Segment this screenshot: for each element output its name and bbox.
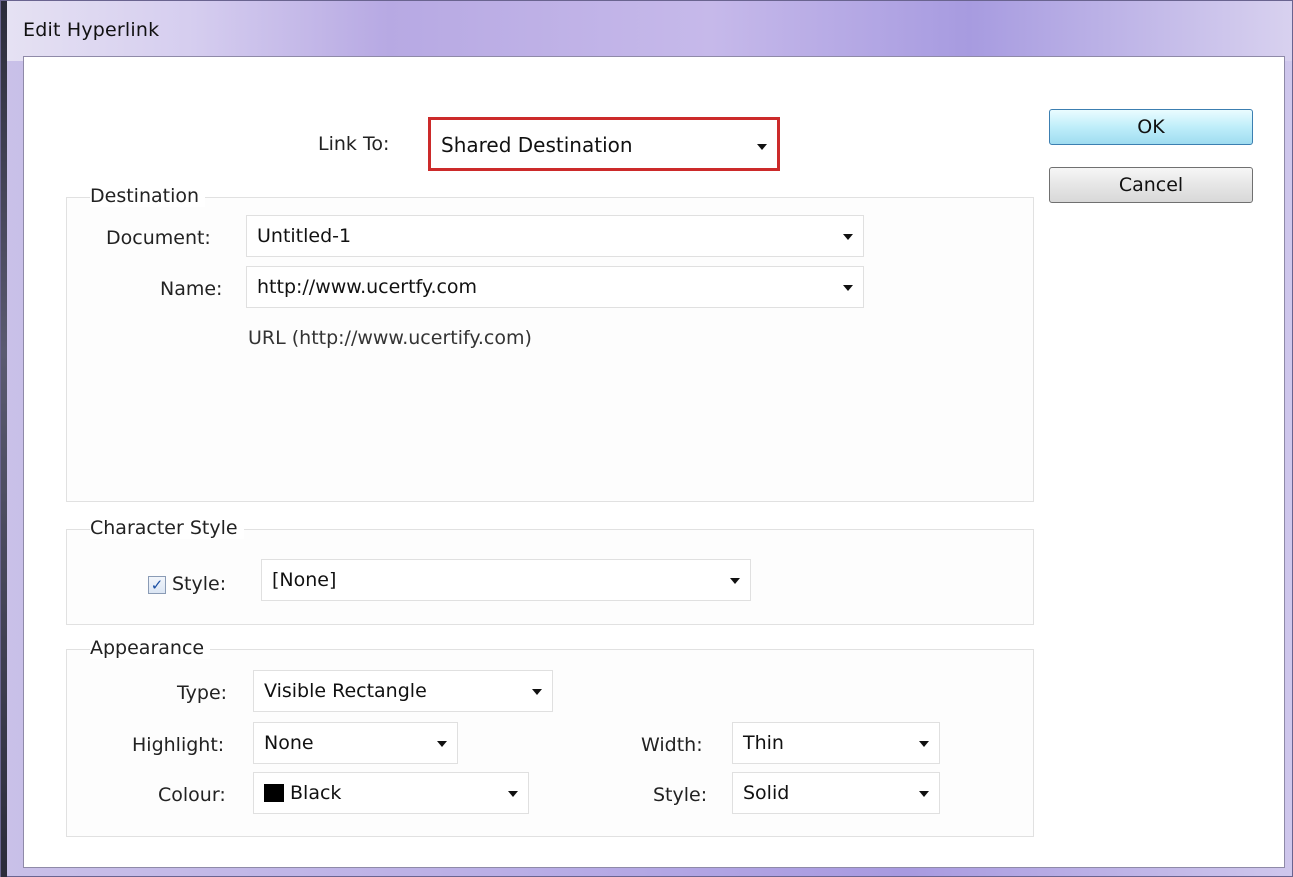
style-checkbox[interactable]: ✓ — [148, 576, 166, 594]
chevron-down-icon — [730, 578, 740, 584]
link-to-dropdown[interactable]: Shared Destination — [428, 117, 780, 171]
character-style-dropdown[interactable]: [None] — [261, 559, 751, 601]
highlight-label: Highlight: — [132, 734, 225, 756]
title-bar[interactable]: Edit Hyperlink — [1, 1, 1292, 61]
colour-label: Colour: — [158, 784, 226, 806]
chevron-down-icon — [843, 285, 853, 291]
line-style-value: Solid — [743, 782, 790, 804]
type-dropdown[interactable]: Visible Rectangle — [253, 670, 553, 712]
character-style-label: Style: — [172, 573, 227, 595]
name-dropdown[interactable]: http://www.ucertfy.com — [246, 266, 864, 308]
type-label: Type: — [177, 682, 228, 704]
destination-group-title: Destination — [90, 185, 206, 207]
colour-value-wrap: Black — [264, 782, 341, 804]
dialog-client-area: Link To: Shared Destination OK Cancel De… — [23, 56, 1285, 868]
character-style-group-title: Character Style — [90, 517, 244, 539]
document-dropdown[interactable]: Untitled-1 — [246, 215, 864, 257]
colour-dropdown[interactable]: Black — [253, 772, 529, 814]
ok-button[interactable]: OK — [1049, 109, 1253, 145]
url-hint: URL (http://www.ucertify.com) — [248, 327, 532, 349]
line-style-dropdown[interactable]: Solid — [732, 772, 940, 814]
character-style-value: [None] — [272, 569, 337, 591]
width-label: Width: — [641, 734, 703, 756]
link-to-value: Shared Destination — [441, 133, 633, 157]
check-icon: ✓ — [150, 576, 164, 594]
highlight-dropdown[interactable]: None — [253, 722, 458, 764]
document-label: Document: — [106, 227, 211, 249]
appearance-group-title: Appearance — [90, 637, 211, 659]
name-label: Name: — [160, 278, 223, 300]
width-dropdown[interactable]: Thin — [732, 722, 940, 764]
colour-swatch — [264, 784, 284, 802]
type-value: Visible Rectangle — [264, 680, 427, 702]
chevron-down-icon — [919, 791, 929, 797]
name-value: http://www.ucertfy.com — [257, 276, 478, 298]
colour-value: Black — [290, 782, 342, 804]
line-style-label: Style: — [653, 784, 708, 806]
highlight-value: None — [264, 732, 314, 754]
chevron-down-icon — [843, 234, 853, 240]
chevron-down-icon — [919, 741, 929, 747]
cancel-button[interactable]: Cancel — [1049, 167, 1253, 203]
chevron-down-icon — [437, 741, 447, 747]
chevron-down-icon — [532, 689, 542, 695]
width-value: Thin — [743, 732, 784, 754]
window-title: Edit Hyperlink — [23, 19, 160, 41]
chevron-down-icon — [757, 144, 767, 150]
edit-hyperlink-window: Edit Hyperlink Link To: Shared Destinati… — [0, 0, 1293, 877]
link-to-label: Link To: — [318, 133, 390, 155]
document-value: Untitled-1 — [257, 225, 352, 247]
chevron-down-icon — [508, 791, 518, 797]
window-left-edge — [1, 1, 7, 877]
